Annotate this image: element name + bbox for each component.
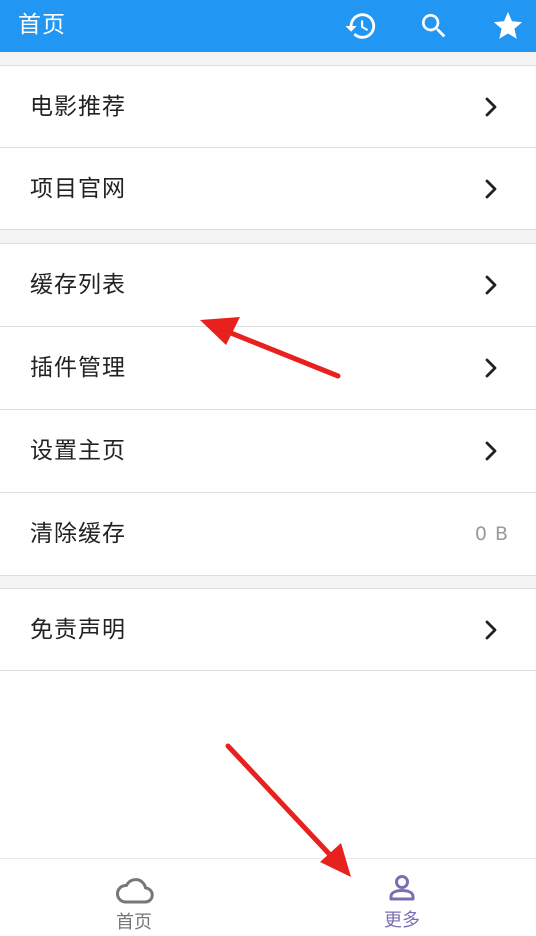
menu-item-label: 项目官网	[30, 176, 126, 202]
chevron-right-icon	[485, 620, 497, 640]
menu-item-plugin-manage[interactable]: 插件管理	[0, 326, 536, 409]
menu-item-clear-cache[interactable]: 清除缓存 0 B	[0, 492, 536, 576]
tab-label: 更多	[384, 910, 420, 931]
cache-size-value: 0 B	[474, 523, 509, 545]
menu-item-label: 电影推荐	[30, 94, 126, 120]
menu-item-label: 插件管理	[30, 355, 126, 381]
history-icon[interactable]	[343, 8, 379, 44]
chevron-right-icon	[485, 179, 497, 199]
tab-label: 首页	[116, 912, 152, 933]
chevron-right-icon	[485, 97, 497, 117]
menu-item-cache-list[interactable]: 缓存列表	[0, 243, 536, 326]
menu-item-disclaimer[interactable]: 免责声明	[0, 588, 536, 671]
search-icon[interactable]	[416, 8, 452, 44]
tab-home[interactable]: 首页	[0, 859, 268, 936]
chevron-right-icon	[485, 275, 497, 295]
group-gap	[0, 230, 536, 243]
menu-item-label: 缓存列表	[30, 272, 126, 298]
menu-item-label: 清除缓存	[30, 521, 126, 547]
chevron-right-icon	[485, 358, 497, 378]
star-icon[interactable]	[490, 8, 526, 44]
menu-item-project-site[interactable]: 项目官网	[0, 147, 536, 230]
menu-item-set-homepage[interactable]: 设置主页	[0, 409, 536, 492]
person-icon	[389, 875, 415, 901]
settings-list: 电影推荐 项目官网 缓存列表 插件管理 设置主页 清除缓存 0 B 免责声明	[0, 52, 536, 858]
tab-more[interactable]: 更多	[268, 859, 536, 936]
menu-item-movie-recommend[interactable]: 电影推荐	[0, 65, 536, 147]
cloud-icon	[115, 878, 154, 904]
group-gap	[0, 576, 536, 588]
group-gap	[0, 52, 536, 65]
app-bar: 首页	[0, 0, 536, 52]
chevron-right-icon	[485, 441, 497, 461]
menu-item-label: 免责声明	[30, 617, 126, 643]
menu-item-label: 设置主页	[30, 438, 126, 464]
page-title: 首页	[18, 12, 66, 38]
bottom-nav: 首页 更多	[0, 858, 536, 935]
